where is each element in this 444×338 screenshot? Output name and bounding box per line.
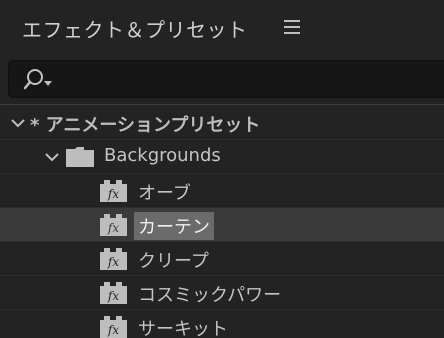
fx-preset-icon: fx: [100, 248, 127, 270]
preset-item-label: サーキット: [138, 319, 228, 338]
panel-header: エフェクト＆プリセット: [0, 0, 444, 58]
search-box[interactable]: [8, 60, 444, 98]
panel-title: エフェクト＆プリセット: [22, 18, 248, 42]
preset-item[interactable]: fx クリープ: [0, 242, 444, 276]
tree-row-backgrounds[interactable]: Backgrounds: [0, 140, 444, 174]
search-input[interactable]: [61, 65, 444, 95]
preset-item-label: オーブ: [138, 183, 191, 204]
svg-text:fx: fx: [107, 221, 119, 235]
tree-folder-label: Backgrounds: [104, 145, 221, 166]
preset-item-label: カーテン: [134, 212, 214, 240]
search-icon[interactable]: [23, 67, 55, 93]
svg-text:fx: fx: [107, 289, 119, 303]
preset-item-label: コスミックパワー: [138, 285, 282, 306]
fx-preset-icon: fx: [100, 316, 127, 338]
fx-preset-icon: fx: [100, 180, 127, 202]
preset-item-label: クリープ: [138, 251, 209, 272]
svg-text:fx: fx: [107, 255, 119, 269]
preset-item[interactable]: fx サーキット: [0, 310, 444, 338]
divider: [0, 104, 444, 105]
tree-root-label: * アニメーションプリセット: [30, 115, 261, 136]
folder-icon: [66, 147, 94, 167]
fx-preset-icon: fx: [100, 282, 127, 304]
svg-text:fx: fx: [107, 187, 119, 201]
preset-item-selected[interactable]: fx カーテン: [0, 208, 444, 242]
svg-text:fx: fx: [107, 323, 119, 337]
preset-item[interactable]: fx オーブ: [0, 174, 444, 208]
effects-presets-panel: エフェクト＆プリセット * アニメーションプリセット Backgrounds f…: [0, 0, 444, 338]
chevron-down-icon[interactable]: [11, 118, 25, 128]
preset-item[interactable]: fx コスミックパワー: [0, 276, 444, 310]
fx-preset-icon: fx: [100, 214, 127, 236]
hamburger-menu-icon[interactable]: [284, 20, 300, 34]
tree-row-animation-presets[interactable]: * アニメーションプリセット: [0, 106, 444, 140]
chevron-down-icon[interactable]: [45, 152, 59, 162]
